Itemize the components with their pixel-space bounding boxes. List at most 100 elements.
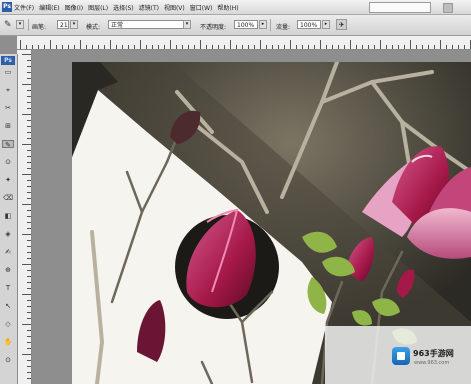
mode-dropdown[interactable]: ▾ [183, 20, 191, 29]
ruler-tick [314, 45, 315, 49]
ruler-tick [22, 324, 31, 325]
ruler-tick [416, 45, 417, 49]
menu-help[interactable]: 帮助(H) [217, 3, 238, 12]
tool-button[interactable]: ✦ [2, 176, 14, 184]
ruler-tick [260, 40, 261, 49]
ruler-tick [350, 40, 351, 49]
ruler-tick [104, 45, 105, 49]
ruler-tick [27, 318, 31, 319]
tool-button[interactable]: ✂ [2, 104, 14, 112]
workspace-button[interactable] [443, 3, 453, 13]
menu-layer[interactable]: 图层(L) [88, 3, 108, 12]
ruler-tick [27, 156, 31, 157]
tool-button[interactable]: ⌫ [2, 194, 14, 202]
ruler-tick [134, 45, 135, 49]
ruler-tick [27, 216, 31, 217]
tool-button[interactable]: ✎ [2, 140, 14, 149]
menu-filter[interactable]: 滤镜(T) [139, 3, 159, 12]
ruler-tick [230, 40, 231, 49]
tool-button[interactable]: ◇ [2, 320, 14, 328]
ruler-tick [27, 252, 31, 253]
ruler-tick [194, 45, 195, 49]
ruler-tick [422, 45, 423, 49]
ruler-tick [44, 45, 45, 49]
ruler-tick [308, 45, 309, 49]
tool-button[interactable]: ◈ [2, 230, 14, 238]
menu-window[interactable]: 窗口(W) [190, 3, 213, 12]
ruler-tick [27, 306, 31, 307]
menu-edit[interactable]: 编辑(E) [39, 3, 59, 12]
ruler-tick [290, 40, 291, 49]
ruler-tick [27, 72, 31, 73]
ruler-tick [122, 45, 123, 49]
tool-button[interactable]: ⊕ [2, 266, 14, 274]
ruler-tick [27, 342, 31, 343]
tool-preset-dropdown[interactable]: ▾ [16, 20, 24, 29]
menu-image[interactable]: 图像(I) [65, 3, 83, 12]
opacity-field[interactable]: 100% [234, 20, 258, 29]
ruler-tick [92, 45, 93, 49]
tool-button[interactable]: ↖ [2, 302, 14, 310]
ruler-tick [224, 45, 225, 49]
ruler-tick [27, 168, 31, 169]
menu-view[interactable]: 视图(V) [164, 3, 185, 12]
flow-dropdown[interactable]: ▸ [322, 20, 330, 29]
ruler-tick [164, 45, 165, 49]
ruler-tick [146, 45, 147, 49]
ruler-tick [254, 45, 255, 49]
ruler-tick [20, 40, 21, 49]
brush-size-field[interactable]: 21 [57, 20, 69, 29]
mode-select[interactable]: 正常 [108, 20, 190, 29]
ruler-tick [326, 45, 327, 49]
ruler-tick [27, 300, 31, 301]
ruler-tick [68, 45, 69, 49]
ruler-tick [27, 126, 31, 127]
ruler-tick [128, 45, 129, 49]
ruler-tick [27, 348, 31, 349]
workspace-field[interactable] [369, 2, 431, 13]
menu-bar: Ps 文件(F) 编辑(E) 图像(I) 图层(L) 选择(S) 滤镜(T) 视… [0, 0, 471, 15]
ruler-tick [27, 192, 31, 193]
tool-button[interactable]: ✍ [2, 248, 14, 256]
ruler-tick [22, 84, 31, 85]
ruler-tick [22, 234, 31, 235]
ruler-tick [22, 354, 31, 355]
ruler-tick [27, 66, 31, 67]
ruler-tick [27, 240, 31, 241]
tool-button[interactable]: ⊙ [2, 356, 14, 364]
ruler-tick [22, 204, 31, 205]
vertical-ruler [17, 50, 32, 384]
tool-button[interactable]: ⊞ [2, 122, 14, 130]
ruler-tick [27, 276, 31, 277]
menu-file[interactable]: 文件(F) [14, 3, 34, 12]
ruler-tick [27, 378, 31, 379]
tool-button[interactable]: ⌖ [2, 86, 14, 94]
ruler-tick [38, 45, 39, 49]
ruler-tick [212, 45, 213, 49]
ruler-tick [398, 45, 399, 49]
menu-select[interactable]: 选择(S) [113, 3, 134, 12]
ruler-tick [98, 45, 99, 49]
ruler-tick [374, 45, 375, 49]
tool-button[interactable]: ▭ [2, 68, 14, 76]
opacity-dropdown[interactable]: ▸ [259, 20, 267, 29]
ruler-tick [338, 45, 339, 49]
tool-button[interactable]: ◧ [2, 212, 14, 220]
airbrush-icon[interactable]: ✈ [336, 19, 347, 30]
tool-button[interactable]: ⊙ [2, 158, 14, 166]
ruler-tick [27, 258, 31, 259]
tool-button[interactable]: ✋ [2, 338, 14, 346]
ruler-tick [206, 45, 207, 49]
tool-button[interactable]: T [2, 284, 14, 292]
ruler-tick [386, 45, 387, 49]
brush-icon[interactable]: ✎ [4, 20, 14, 30]
ruler-tick [356, 45, 357, 49]
flow-field[interactable]: 100% [297, 20, 321, 29]
ruler-tick [428, 45, 429, 49]
ruler-tick [27, 180, 31, 181]
ruler-tick [392, 45, 393, 49]
ruler-tick [27, 120, 31, 121]
ruler-tick [332, 45, 333, 49]
ruler-tick [27, 60, 31, 61]
brush-picker-dropdown[interactable]: ▾ [70, 20, 78, 29]
